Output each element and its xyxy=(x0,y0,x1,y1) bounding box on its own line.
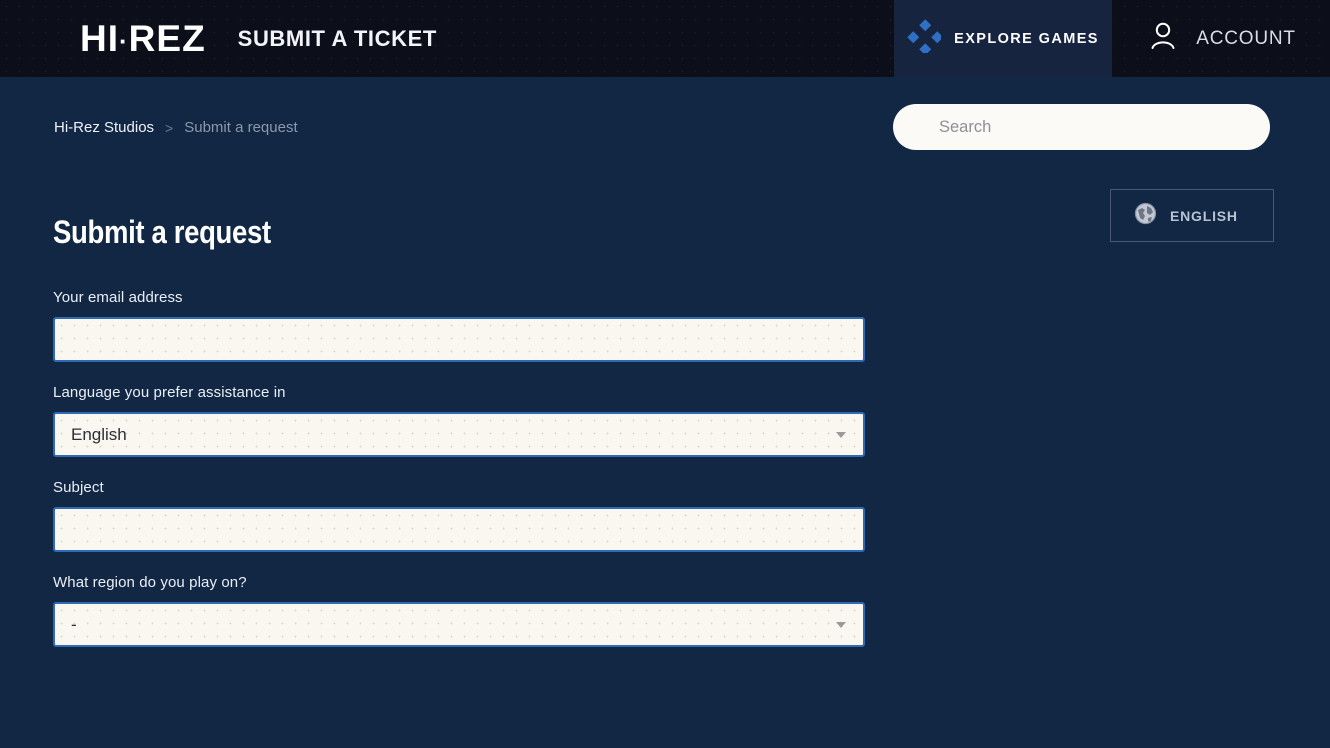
language-select[interactable]: English xyxy=(53,412,865,457)
explore-games-label: EXPLORE GAMES xyxy=(954,30,1099,47)
account-button[interactable]: ACCOUNT xyxy=(1112,0,1330,77)
chevron-down-icon xyxy=(836,431,846,438)
email-input[interactable] xyxy=(55,319,863,360)
field-label-subject: Subject xyxy=(53,479,104,496)
subject-input-wrapper[interactable] xyxy=(53,507,865,552)
logo-text-rez: REZ xyxy=(128,18,206,59)
logo-text-hi: HI xyxy=(80,18,119,59)
field-label-email: Your email address xyxy=(53,289,183,306)
language-select-value: English xyxy=(71,424,127,444)
field-email: Your email address xyxy=(53,289,865,362)
field-region: What region do you play on? - xyxy=(53,574,865,647)
brand-zone: HI·REZ SUBMIT A TICKET xyxy=(0,0,437,77)
field-label-language: Language you prefer assistance in xyxy=(53,384,286,401)
hi-rez-logo[interactable]: HI·REZ xyxy=(80,20,206,57)
user-icon xyxy=(1146,19,1180,58)
top-navigation-bar: HI·REZ SUBMIT A TICKET EXPLORE GAMES ACC… xyxy=(0,0,1330,77)
page-title: Submit a request xyxy=(53,214,271,250)
breadcrumb-item-root[interactable]: Hi-Rez Studios xyxy=(54,119,154,136)
breadcrumb-item-current: Submit a request xyxy=(184,119,298,136)
account-label: ACCOUNT xyxy=(1196,27,1296,49)
region-select[interactable]: - xyxy=(53,602,865,647)
submit-request-form: Your email address Language you prefer a… xyxy=(53,289,865,669)
breadcrumb-separator-icon: > xyxy=(165,119,174,136)
search-box[interactable] xyxy=(893,104,1270,150)
explore-games-button[interactable]: EXPLORE GAMES xyxy=(894,0,1112,77)
page-content: Hi-Rez Studios > Submit a request ENGLIS… xyxy=(0,77,1330,748)
subject-input[interactable] xyxy=(55,509,863,550)
region-select-value: - xyxy=(71,614,77,634)
field-language: Language you prefer assistance in Englis… xyxy=(53,384,865,457)
field-subject: Subject xyxy=(53,479,865,552)
logo-dot-icon: · xyxy=(119,26,129,57)
search-input[interactable] xyxy=(893,104,1270,150)
language-selector[interactable]: ENGLISH xyxy=(1110,189,1274,242)
field-label-region: What region do you play on? xyxy=(53,574,247,591)
language-selector-label: ENGLISH xyxy=(1170,207,1238,224)
email-input-wrapper[interactable] xyxy=(53,317,865,362)
breadcrumb: Hi-Rez Studios > Submit a request xyxy=(54,119,298,136)
site-title: SUBMIT A TICKET xyxy=(237,25,437,51)
globe-icon xyxy=(1133,201,1158,231)
diamond-cluster-icon xyxy=(907,19,944,58)
chevron-down-icon xyxy=(836,621,846,628)
